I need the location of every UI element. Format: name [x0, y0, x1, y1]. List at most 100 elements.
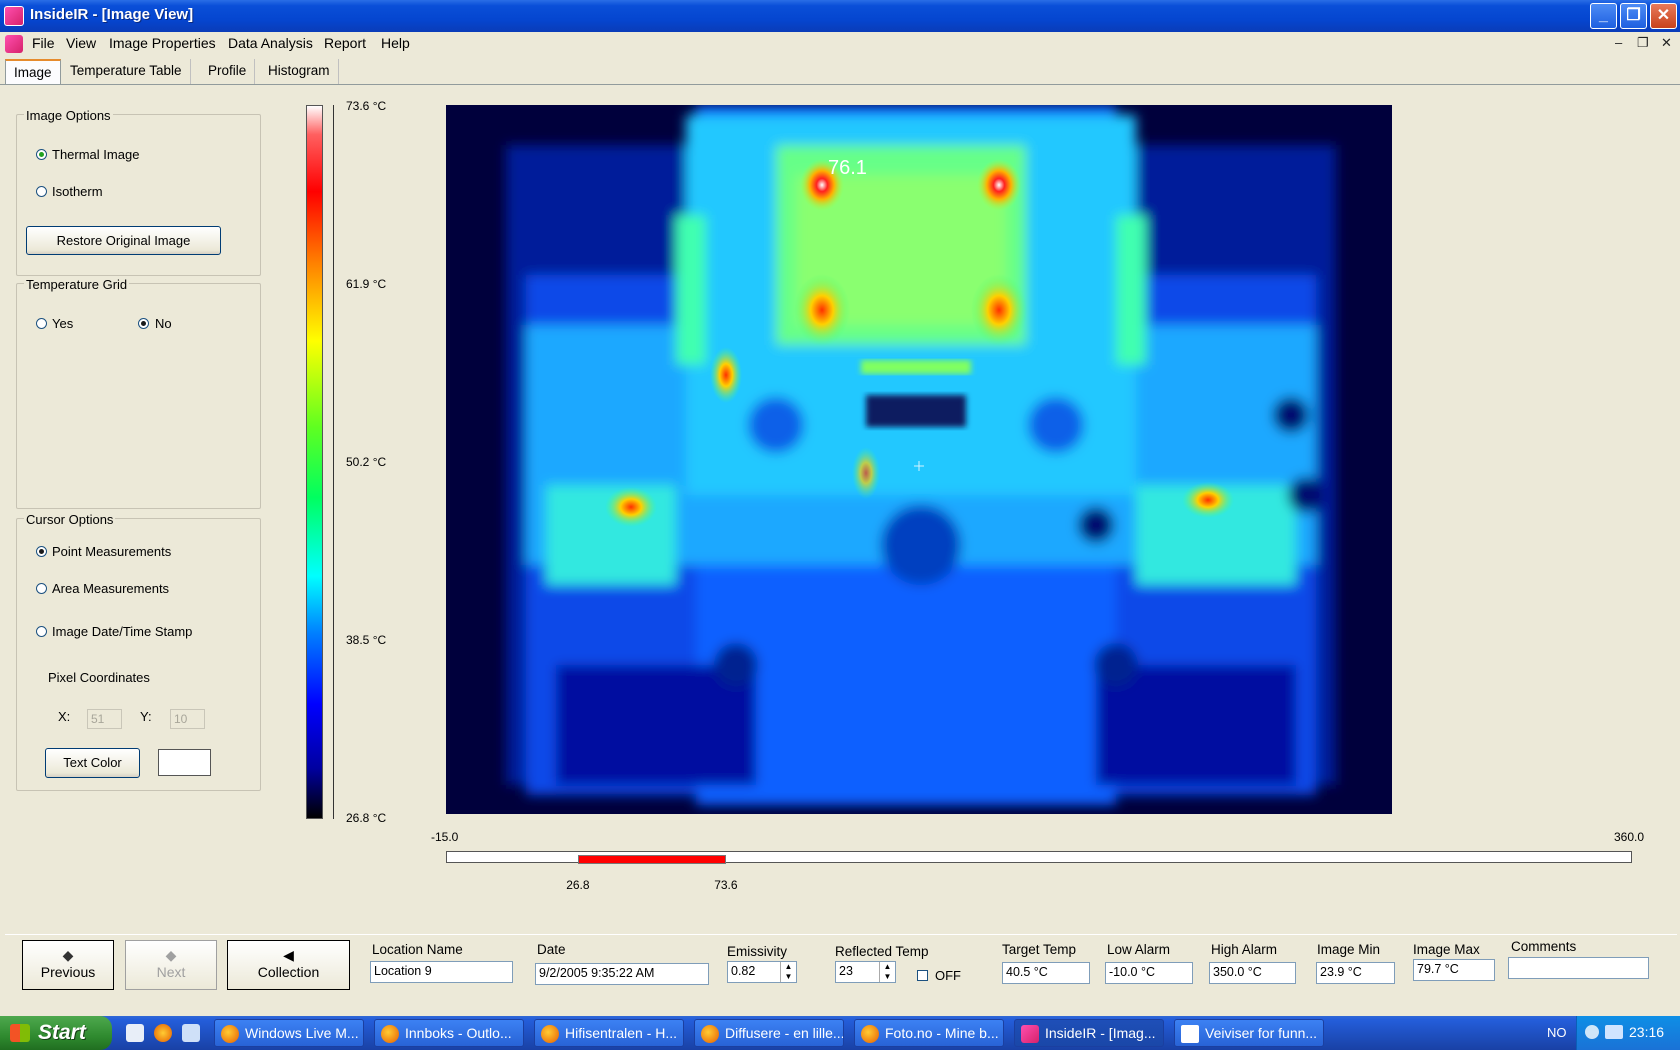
date-label: Date: [537, 942, 566, 957]
menu-report[interactable]: Report: [324, 35, 366, 51]
task-foto[interactable]: Foto.no - Mine b...: [854, 1019, 1004, 1047]
menu-file[interactable]: File: [32, 35, 55, 51]
task-label: Windows Live M...: [245, 1025, 359, 1041]
system-tray: 23:16: [1576, 1016, 1680, 1050]
tab-image[interactable]: Image: [5, 59, 61, 84]
mdi-restore-icon[interactable]: ❐: [1637, 35, 1649, 51]
temperature-range-selection[interactable]: [578, 855, 727, 864]
y-coordinate-field: 10: [170, 709, 205, 729]
image-max-field[interactable]: 79.7 °C: [1413, 959, 1495, 981]
collection-arrow-icon: ◀: [283, 947, 294, 963]
next-label: Next: [156, 964, 186, 980]
task-diffusere[interactable]: Diffusere - en lille...: [694, 1019, 844, 1047]
task-icon: [381, 1025, 399, 1043]
app-icon[interactable]: [4, 6, 24, 26]
task-insideir[interactable]: InsideIR - [Imag...: [1014, 1019, 1164, 1047]
restore-original-image-button[interactable]: Restore Original Image: [26, 226, 221, 255]
comments-label: Comments: [1511, 939, 1577, 954]
document-icon[interactable]: [5, 35, 23, 53]
colorbar-tick-3: 50.2 °C: [346, 455, 387, 469]
collection-button[interactable]: ◀ Collection: [227, 940, 350, 990]
restore-button[interactable]: ❐: [1620, 3, 1647, 29]
hot-spot-label: 76.1: [828, 157, 867, 179]
grid-yes-radio[interactable]: [36, 318, 47, 329]
task-veiviser[interactable]: Veiviser for funn...: [1174, 1019, 1324, 1047]
image-max-label: Image Max: [1413, 942, 1480, 957]
language-indicator[interactable]: NO: [1547, 1025, 1567, 1040]
low-alarm-label: Low Alarm: [1107, 942, 1171, 957]
clock[interactable]: 23:16: [1629, 1024, 1664, 1040]
point-measurements-radio[interactable]: [36, 546, 47, 557]
comments-field[interactable]: [1508, 957, 1649, 979]
isotherm-radio[interactable]: [36, 186, 47, 197]
area-measurements-radio[interactable]: [36, 583, 47, 594]
task-icon: [861, 1025, 879, 1043]
location-name-field[interactable]: Location 9: [370, 961, 513, 983]
high-alarm-field[interactable]: 350.0 °C: [1209, 962, 1296, 984]
text-color-button[interactable]: Text Color: [45, 748, 140, 778]
menu-image-properties[interactable]: Image Properties: [109, 35, 216, 51]
task-icon: [1181, 1025, 1199, 1043]
pixel-coordinates-label: Pixel Coordinates: [48, 670, 150, 685]
task-label: Foto.no - Mine b...: [885, 1025, 999, 1041]
previous-button[interactable]: ◆ Previous: [22, 940, 114, 990]
image-min-field[interactable]: 23.9 °C: [1316, 962, 1395, 984]
emissivity-spinner-icon[interactable]: ▲ ▼: [780, 962, 796, 982]
mdi-close-icon[interactable]: ✕: [1661, 35, 1672, 51]
tray-chevron-icon[interactable]: [1585, 1025, 1599, 1039]
thermal-image[interactable]: 76.1: [446, 105, 1392, 814]
task-label: Diffusere - en lille...: [725, 1025, 844, 1041]
start-button[interactable]: Start: [0, 1016, 112, 1050]
temperature-color-bar: [306, 105, 323, 819]
task-hifisentralen[interactable]: Hifisentralen - H...: [534, 1019, 684, 1047]
network-icon[interactable]: [1605, 1025, 1623, 1039]
scale-min-label: -15.0: [431, 830, 459, 844]
start-label: Start: [38, 1021, 86, 1044]
tab-histogram[interactable]: Histogram: [260, 59, 339, 84]
next-button: ◆ Next: [125, 940, 217, 990]
low-alarm-field[interactable]: -10.0 °C: [1105, 962, 1193, 984]
y-label: Y:: [140, 709, 152, 724]
minimize-button[interactable]: _: [1590, 3, 1617, 29]
target-temp-label: Target Temp: [1002, 942, 1077, 957]
high-alarm-label: High Alarm: [1211, 942, 1278, 957]
thermal-image-radio[interactable]: [36, 149, 47, 160]
task-outlook[interactable]: Innboks - Outlo...: [374, 1019, 524, 1047]
area-measurements-label: Area Measurements: [52, 581, 170, 596]
reflected-temp-label: Reflected Temp: [835, 944, 929, 959]
tab-profile[interactable]: Profile: [200, 59, 256, 84]
x-coordinate-field: 51: [87, 709, 122, 729]
thermal-image-label: Thermal Image: [52, 147, 140, 162]
date-time-stamp-radio[interactable]: [36, 626, 47, 637]
tab-temperature-table[interactable]: Temperature Table: [62, 59, 191, 84]
menu-bar: File View Image Properties Data Analysis…: [0, 32, 1680, 56]
window-title: InsideIR - [Image View]: [30, 6, 194, 23]
menu-help[interactable]: Help: [381, 35, 410, 51]
mdi-minimize-icon[interactable]: –: [1615, 35, 1622, 50]
task-icon: [221, 1025, 239, 1043]
quicklaunch-desktop-icon[interactable]: [182, 1024, 200, 1042]
date-field[interactable]: 9/2/2005 9:35:22 AM: [535, 963, 709, 985]
task-icon: [701, 1025, 719, 1043]
image-options-title: Image Options: [24, 108, 113, 123]
reflected-temp-spinner-icon[interactable]: ▲ ▼: [879, 962, 895, 982]
target-temp-field[interactable]: 40.5 °C: [1002, 962, 1090, 984]
colorbar-tick-min: 26.8 °C: [346, 811, 387, 825]
color-bar-axis: [333, 105, 334, 819]
close-button[interactable]: ✕: [1650, 3, 1677, 29]
grid-no-radio[interactable]: [138, 318, 149, 329]
previous-arrow-icon: ◆: [62, 947, 74, 963]
location-name-label: Location Name: [372, 942, 463, 957]
menu-view[interactable]: View: [66, 35, 96, 51]
reflected-temp-off-checkbox[interactable]: [917, 970, 928, 981]
task-windows-live[interactable]: Windows Live M...: [214, 1019, 364, 1047]
quicklaunch-firefox-icon[interactable]: [154, 1024, 172, 1042]
windows-logo-icon: [10, 1024, 30, 1042]
text-color-swatch[interactable]: [158, 749, 211, 776]
quicklaunch-ie-icon[interactable]: [126, 1024, 144, 1042]
range-high-label: 73.6: [714, 878, 738, 892]
x-label: X:: [58, 709, 71, 724]
emissivity-label: Emissivity: [727, 944, 787, 959]
off-label: OFF: [935, 968, 961, 983]
menu-data-analysis[interactable]: Data Analysis: [228, 35, 313, 51]
